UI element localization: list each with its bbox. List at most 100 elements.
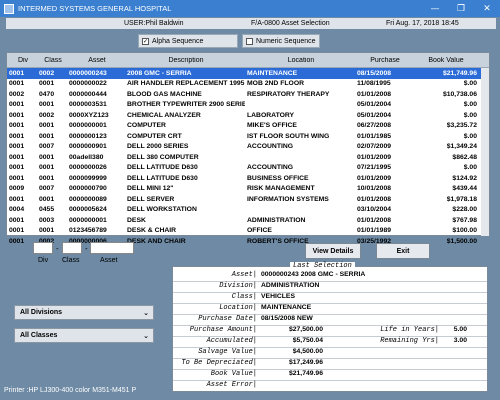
divisions-dropdown[interactable]: All Divisions ⌄ <box>14 305 154 320</box>
cell-class: 0001 <box>39 174 55 182</box>
cell-div: 0001 <box>9 132 25 140</box>
table-row[interactable]: 0002 0470 0000000444 BLOOD GAS MACHINE RESPI… <box>7 89 489 100</box>
cell-asset: 0000000089 <box>69 195 107 203</box>
cell-div: 0001 <box>9 153 25 161</box>
cell-asset: 0000000022 <box>69 80 107 88</box>
alpha-sequence-option[interactable]: ✓ Alpha Sequence <box>138 34 238 48</box>
header-book-value[interactable]: Book Value <box>413 57 481 64</box>
cell-location: LABORATORY <box>247 111 295 119</box>
book-value-label: Book Value| <box>210 370 257 378</box>
title-bar: INTERMED SYSTEMS GENERAL HOSPITAL — ❐ ✕ <box>0 0 500 17</box>
cell-purchase: 01/01/1989 <box>357 227 392 235</box>
table-row[interactable]: 0001 0001 0000000123 COMPUTER CRT IST FLOOR … <box>7 131 489 142</box>
cell-location: INFORMATION SYSTEMS <box>247 195 329 203</box>
header-div[interactable]: Div <box>7 57 37 64</box>
cell-description: DELL LATITUDE D630 <box>127 174 198 182</box>
location-value: MAINTENANCE <box>261 304 312 311</box>
cell-asset: 0000000001 <box>69 122 107 130</box>
table-row[interactable]: 0001 0001 0000000001 COMPUTER MIKE'S OFFICE 0… <box>7 121 489 132</box>
cell-class: 0002 <box>39 111 55 119</box>
salvage-value: $4,500.00 <box>292 348 323 355</box>
class-filter-input[interactable] <box>62 242 82 254</box>
view-details-button[interactable]: View Details <box>305 243 361 259</box>
minimize-button[interactable]: — <box>422 0 448 17</box>
sequence-options: ✓ Alpha Sequence Numeric Sequence <box>138 34 338 48</box>
numeric-sequence-label: Numeric Sequence <box>256 37 316 45</box>
cell-class: 0001 <box>39 195 55 203</box>
div-filter-input[interactable] <box>33 242 53 254</box>
cell-book-value: $.00 <box>463 111 477 119</box>
cell-div: 0001 <box>9 216 25 224</box>
cell-description: DELL MINI 12" <box>127 185 174 193</box>
cell-purchase: 10/01/2008 <box>357 185 392 193</box>
numeric-sequence-option[interactable]: Numeric Sequence <box>242 34 320 48</box>
cell-class: 0003 <box>39 216 55 224</box>
table-row[interactable]: 0001 0001 0000000089 DELL SERVER INFORMATION… <box>7 194 489 205</box>
cell-asset: 0000000444 <box>69 90 107 98</box>
table-row[interactable]: 0004 0455 0000005624 DELL WORKSTATION 03/10/… <box>7 205 489 216</box>
alpha-checkbox[interactable]: ✓ <box>142 37 149 45</box>
maximize-button[interactable]: ❐ <box>448 0 474 17</box>
cell-purchase: 02/07/2009 <box>357 143 392 151</box>
classes-value: All Classes <box>20 332 58 339</box>
table-row[interactable]: 0001 0001 0123456789 DESK & CHAIR OFFICE 01/0… <box>7 226 489 237</box>
header-location[interactable]: Location <box>245 57 355 64</box>
cell-description: DESK & CHAIR <box>127 227 177 235</box>
cell-location: RISK MANAGEMENT <box>247 185 315 193</box>
table-row[interactable]: 0001 0001 0000000022 AIR HANDLER REPLACEMEN… <box>7 79 489 90</box>
table-row[interactable]: 0001 0007 0000000901 DELL 2000 SERIES ACCOUN… <box>7 142 489 153</box>
cell-book-value: $1,349.24 <box>446 143 477 151</box>
division-value: ADMINISTRATION <box>261 282 320 289</box>
cell-location: BUSINESS OFFICE <box>247 174 309 182</box>
grid-rows: 0001 0002 0000000243 2008 GMC - SERRIA MAINT… <box>7 68 489 247</box>
grid-scrollbar[interactable] <box>481 68 489 236</box>
exit-button[interactable]: Exit <box>376 243 430 259</box>
division-label: Division| <box>219 282 257 290</box>
table-row[interactable]: 0001 0001 00adell380 DELL 380 COMPUTER 01/01… <box>7 152 489 163</box>
cell-description: DELL LATITUDE D630 <box>127 164 198 172</box>
cell-description: DELL SERVER <box>127 195 175 203</box>
asset-error-label: Asset Error| <box>206 381 257 389</box>
cell-asset: 0123456789 <box>69 227 107 235</box>
table-row[interactable]: 0009 0007 0000000790 DELL MINI 12" RISK MANA… <box>7 184 489 195</box>
close-button[interactable]: ✕ <box>474 0 500 17</box>
table-row[interactable]: 0001 0001 0000000026 DELL LATITUDE D630 ACCO… <box>7 163 489 174</box>
cell-div: 0001 <box>9 69 25 77</box>
date-label: Fri Aug. 17, 2018 18:45 <box>386 20 459 27</box>
header-asset[interactable]: Asset <box>67 57 125 64</box>
table-row[interactable]: 0001 0001 0000003531 BROTHER TYPEWRITER 290… <box>7 100 489 111</box>
cell-book-value: $10,738.06 <box>442 90 477 98</box>
table-row[interactable]: 0001 0003 0000000001 DESK ADMINISTRATION 01/0… <box>7 215 489 226</box>
header-class[interactable]: Class <box>37 57 67 64</box>
table-row[interactable]: 0001 0002 0000XYZ123 CHEMICAL ANALYZER LABOR… <box>7 110 489 121</box>
detail-row-book-value: Book Value| $21,749.96 <box>173 370 487 381</box>
life-label: Life in Years| <box>380 326 439 334</box>
detail-row-division: Division| ADMINISTRATION <box>173 282 487 293</box>
class-value: VEHICLES <box>261 293 295 300</box>
table-row[interactable]: 0001 0002 0000000243 2008 GMC - SERRIA MAINT… <box>7 68 489 79</box>
cell-class: 0007 <box>39 143 55 151</box>
header-purchase[interactable]: Purchase <box>355 57 413 64</box>
cell-purchase: 01/01/2008 <box>357 216 392 224</box>
cell-class: 0007 <box>39 185 55 193</box>
last-selection-panel: Asset| 0000000243 2008 GMC - SERRIA Divi… <box>172 266 488 392</box>
cell-div: 0001 <box>9 195 25 203</box>
cell-class: 0001 <box>39 164 55 172</box>
cell-class: 0470 <box>39 90 55 98</box>
cell-purchase: 11/08/1995 <box>357 80 391 88</box>
classes-dropdown[interactable]: All Classes ⌄ <box>14 328 154 343</box>
cell-div: 0002 <box>9 90 25 98</box>
cell-class: 0001 <box>39 122 55 130</box>
table-row[interactable]: 0001 0001 0000099999 DELL LATITUDE D630 BUSI… <box>7 173 489 184</box>
cell-book-value: $3,235.72 <box>446 122 477 130</box>
header-description[interactable]: Description <box>125 57 245 64</box>
numeric-checkbox[interactable] <box>246 37 253 45</box>
cell-purchase: 08/15/2008 <box>357 69 392 77</box>
cell-purchase: 07/21/1995 <box>357 164 392 172</box>
cell-asset: 00adell380 <box>69 153 104 161</box>
asset-grid[interactable]: Div Class Asset Description Location Pur… <box>6 52 490 245</box>
cell-location: ACCOUNTING <box>247 164 294 172</box>
cell-description: DESK <box>127 216 146 224</box>
asset-filter-input[interactable] <box>90 242 134 254</box>
asset-value: 0000000243 2008 GMC - SERRIA <box>261 271 366 278</box>
